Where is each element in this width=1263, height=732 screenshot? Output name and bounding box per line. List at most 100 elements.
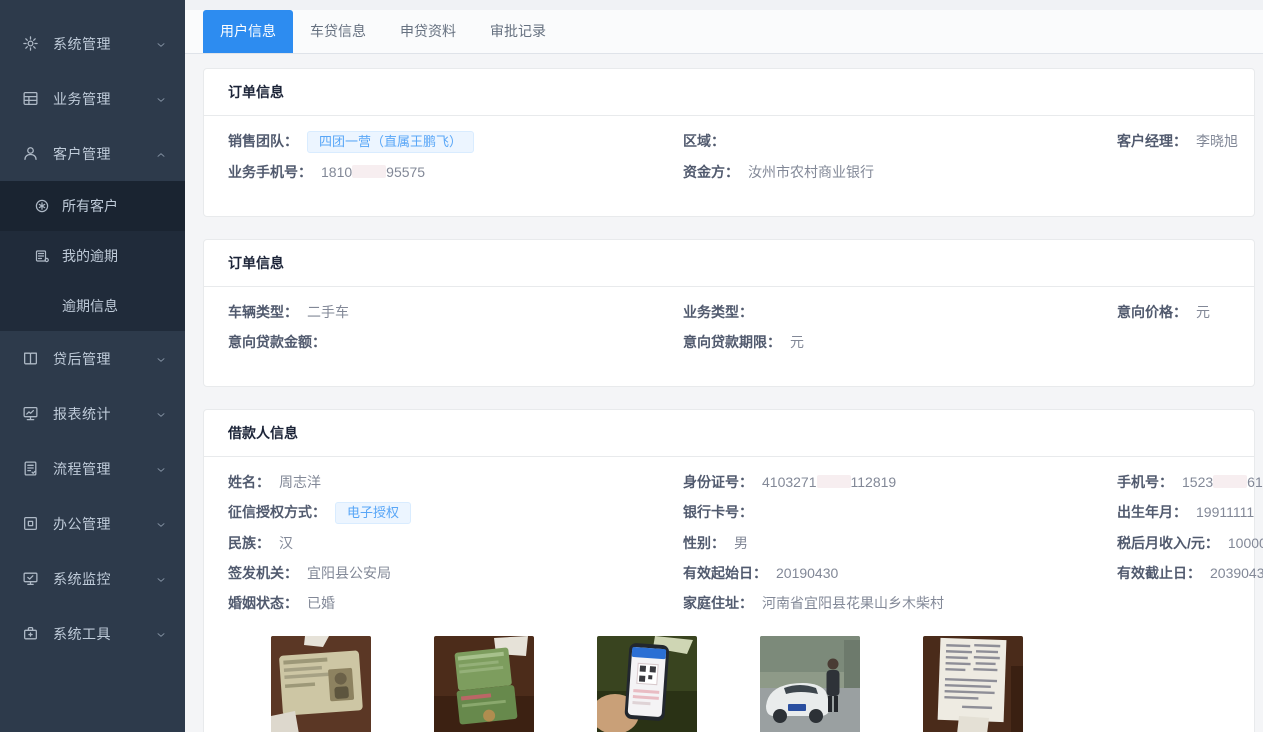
report-icon [22, 405, 39, 422]
chevron-down-icon [155, 628, 167, 640]
masked-segment [1213, 475, 1247, 488]
card-body: 姓名：周志洋身份证号：4103271112819手机号：15236137征信授权… [204, 457, 1254, 732]
user-icon [22, 145, 39, 162]
sidebar-item-label: 系统监控 [53, 569, 155, 589]
tab-3[interactable]: 审批记录 [473, 10, 563, 53]
field-label: 婚姻状态： [228, 595, 298, 611]
sidebar-subitem-2-1[interactable]: 我的逾期 [0, 231, 185, 281]
chevron-up-icon [155, 148, 167, 160]
sidebar-subitem-2-2[interactable]: 逾期信息 [0, 281, 185, 331]
field-value: 汝州市农村商业银行 [748, 164, 874, 180]
info-field: 资金方： 汝州市农村商业银行 [683, 162, 1117, 183]
info-field: 出生年月：19911111 [1117, 502, 1254, 524]
chevron-down-icon [155, 518, 167, 530]
sidebar-item-2[interactable]: 客户管理 [0, 126, 185, 181]
field-row: 征信授权方式：电子授权银行卡号：出生年月：19911111 [228, 502, 1230, 524]
office-icon [22, 515, 39, 532]
field-value: 元 [790, 334, 804, 350]
field-value: 宜阳县公安局 [307, 565, 391, 581]
tab-2[interactable]: 申贷资料 [383, 10, 473, 53]
field-value: 周志洋 [279, 474, 321, 490]
sidebar-item-8[interactable]: 系统工具 [0, 606, 185, 661]
sidebar-item-3[interactable]: 贷后管理 [0, 331, 185, 386]
info-field: 业务类型： [683, 302, 1117, 323]
info-field: 婚姻状态： 已婚 [228, 593, 683, 614]
sidebar-item-label: 系统管理 [53, 34, 155, 54]
field-label: 税后月收入/元： [1117, 535, 1219, 551]
field-label: 有效截止日： [1117, 565, 1201, 581]
person-car-photo-thumbnail[interactable] [760, 636, 860, 732]
field-tag: 电子授权 [335, 502, 411, 524]
info-field: 民族：汉 [228, 533, 683, 554]
field-label: 资金方： [683, 164, 739, 180]
info-field: 意向贷款期限：元 [683, 332, 1117, 353]
card-1: 订单信息车辆类型： 二手车 业务类型：意向价格： 元 意向贷款金额： 意向贷款期限：元 [203, 239, 1255, 387]
sidebar-item-4[interactable]: 报表统计 [0, 386, 185, 441]
field-label: 意向价格： [1117, 304, 1187, 320]
license-booklet-photo-thumbnail[interactable] [434, 636, 534, 732]
field-tag: 四团一营（直属王鹏飞） [307, 131, 474, 153]
field-value-prefix: 1523 [1182, 474, 1213, 490]
license-booklet-photo[interactable]: 驾驶证照片 [434, 636, 534, 732]
monitor-icon [22, 570, 39, 587]
tab-0[interactable]: 用户信息 [203, 10, 293, 53]
info-field: 车辆类型： 二手车 [228, 302, 683, 323]
info-field: 家庭住址：河南省宜阳县花果山乡木柴村 [683, 593, 1117, 614]
info-field: 销售团队：四团一营（直属王鹏飞） [228, 131, 683, 153]
id-card-photo-thumbnail[interactable] [271, 636, 371, 732]
person-car-photo[interactable]: 人车合影 [760, 636, 860, 732]
info-field: 客户经理： 李晓旭 [1117, 131, 1238, 153]
field-label: 客户经理： [1117, 133, 1187, 149]
handwritten-doc-photo[interactable]: 材料照片 [923, 636, 1023, 732]
card-title: 借款人信息 [204, 410, 1254, 457]
handwritten-doc-photo-thumbnail[interactable] [923, 636, 1023, 732]
sidebar-item-6[interactable]: 办公管理 [0, 496, 185, 551]
sidebar-subitem-label: 我的逾期 [62, 246, 118, 266]
field-label: 性别： [683, 535, 725, 551]
chevron-down-icon [155, 353, 167, 365]
field-value: 汉 [279, 535, 293, 551]
card-title: 订单信息 [204, 240, 1254, 287]
card-body: 销售团队：四团一营（直属王鹏飞）区域：客户经理：李晓旭业务手机号：1810955… [204, 116, 1254, 216]
info-field: 意向贷款金额： [228, 332, 683, 353]
field-value: 二手车 [307, 304, 349, 320]
sidebar-item-1[interactable]: 业务管理 [0, 71, 185, 126]
tab-1[interactable]: 车贷信息 [293, 10, 383, 53]
tab-bar: 用户信息车贷信息申贷资料审批记录 [185, 10, 1263, 54]
postloan-icon [22, 350, 39, 367]
info-field: 业务手机号：181095575 [228, 162, 683, 183]
field-value: 李晓旭 [1196, 133, 1238, 149]
field-value: 已婚 [307, 595, 335, 611]
field-value: 河南省宜阳县花果山乡木柴村 [762, 595, 944, 611]
field-row: 签发机关：宜阳县公安局有效起始日：20190430有效截止日：20390430 [228, 563, 1230, 584]
info-field: 性别： 男 [683, 533, 1117, 554]
field-row: 业务手机号：181095575资金方： 汝州市农村商业银行 [228, 162, 1230, 183]
masked-segment [352, 165, 386, 178]
phone-credit-auth-photo-thumbnail[interactable] [597, 636, 697, 732]
process-icon [22, 460, 39, 477]
card-body: 车辆类型： 二手车 业务类型：意向价格： 元 意向贷款金额： 意向贷款期限：元 [204, 287, 1254, 386]
field-label: 意向贷款金额： [228, 334, 326, 350]
field-row: 民族：汉性别：男税后月收入/元：10000 [228, 533, 1230, 554]
phone-credit-auth-photo[interactable]: 征信授权 [597, 636, 697, 732]
sidebar-subitem-2-0[interactable]: 所有客户 [0, 181, 185, 231]
sidebar-item-label: 报表统计 [53, 404, 155, 424]
sidebar-item-0[interactable]: 系统管理 [0, 16, 185, 71]
field-value: 20190430 [776, 565, 838, 581]
field-label: 身份证号： [683, 474, 753, 490]
id-card-photo[interactable]: 身份证 [271, 636, 371, 732]
field-value-prefix: 4103271 [762, 474, 817, 490]
sidebar-item-5[interactable]: 流程管理 [0, 441, 185, 496]
chevron-down-icon [155, 38, 167, 50]
sidebar-item-7[interactable]: 系统监控 [0, 551, 185, 606]
info-field: 姓名： 周志洋 [228, 472, 683, 493]
info-field: 签发机关：宜阳县公安局 [228, 563, 683, 584]
field-value-suffix: 6137 [1247, 474, 1263, 490]
field-label: 姓名： [228, 474, 270, 490]
field-value: 男 [734, 535, 748, 551]
field-row: 车辆类型：二手车业务类型：意向价格：元 [228, 302, 1230, 323]
field-label: 车辆类型： [228, 304, 298, 320]
sidebar: 系统管理业务管理客户管理所有客户我的逾期逾期信息贷后管理报表统计流程管理办公管理… [0, 0, 185, 732]
field-label: 征信授权方式： [228, 504, 326, 520]
field-value-prefix: 1810 [321, 164, 352, 180]
